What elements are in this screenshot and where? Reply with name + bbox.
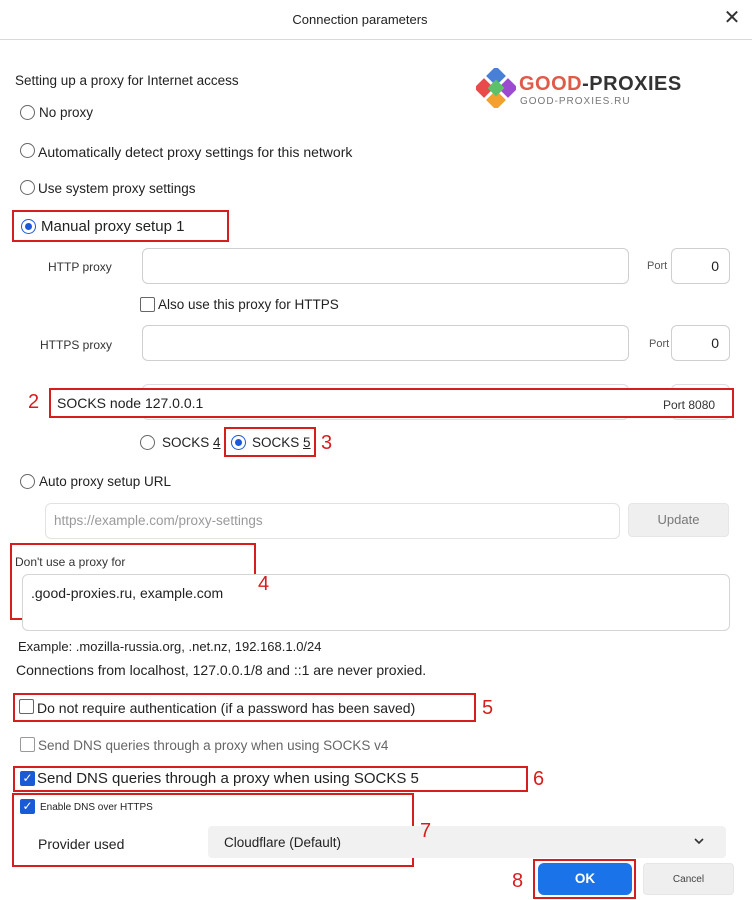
no-proxy-label: No proxy: [39, 105, 94, 120]
close-icon[interactable]: ✕: [720, 6, 744, 30]
no-proxy-for-input[interactable]: [22, 574, 730, 631]
socks5-radio[interactable]: [231, 435, 246, 450]
http-proxy-input[interactable]: [142, 248, 629, 284]
http-port-label: Port: [647, 260, 668, 272]
https-port-input[interactable]: 0: [671, 325, 730, 361]
provider-label: Provider used: [38, 836, 125, 852]
no-proxy-for-value: .good-proxies.ru, example.com: [31, 585, 224, 601]
localhost-note: Connections from localhost, 127.0.0.1/8 …: [16, 662, 427, 678]
ok-button[interactable]: OK: [538, 863, 632, 895]
dns-socks4-checkbox[interactable]: [20, 737, 35, 752]
auto-url-radio[interactable]: [20, 474, 35, 489]
http-proxy-label: HTTP proxy: [48, 260, 112, 274]
logo-icon: [474, 66, 518, 110]
no-proxy-for-label: Don't use a proxy for: [15, 555, 126, 569]
socks4-label: SOCKS 4: [162, 435, 221, 450]
auth-checkbox[interactable]: [19, 699, 34, 714]
socks4-num: 4: [213, 435, 221, 450]
auto-detect-label: Automatically detect proxy settings for …: [38, 144, 353, 160]
provider-value: Cloudflare (Default): [224, 835, 342, 850]
socks4-prefix: SOCKS: [162, 435, 214, 450]
https-port-label: Port: [649, 338, 670, 350]
update-button[interactable]: Update: [628, 503, 729, 537]
doh-label: Enable DNS over HTTPS: [40, 802, 153, 813]
annotation-number-2: 2: [28, 391, 40, 413]
socks5-label: SOCKS 5: [252, 435, 311, 450]
http-port-input[interactable]: 0: [671, 248, 730, 284]
socks-port-value: Port 8080: [663, 398, 716, 412]
dns-socks5-label: Send DNS queries through a proxy when us…: [37, 770, 419, 787]
socks5-prefix: SOCKS: [252, 435, 304, 450]
logo-name-part1: GOOD: [519, 73, 583, 95]
no-proxy-radio[interactable]: [20, 105, 35, 120]
annotation-number-6: 6: [533, 768, 545, 790]
chevron-down-icon: [692, 834, 706, 848]
system-proxy-label: Use system proxy settings: [38, 181, 196, 196]
annotation-number-8: 8: [512, 870, 524, 892]
no-proxy-example: Example: .mozilla-russia.org, .net.nz, 1…: [18, 639, 322, 654]
doh-checkbox[interactable]: ✓: [20, 799, 35, 814]
cancel-button[interactable]: Cancel: [643, 863, 734, 895]
also-https-checkbox[interactable]: [140, 297, 155, 312]
dns-socks4-label: Send DNS queries through a proxy when us…: [38, 738, 389, 753]
annotation-number-4: 4: [258, 573, 270, 595]
also-https-label: Also use this proxy for HTTPS: [158, 297, 339, 312]
socks4-radio[interactable]: [140, 435, 155, 450]
socks-host-value: SOCKS node 127.0.0.1: [57, 395, 204, 411]
https-proxy-label: HTTPS proxy: [40, 338, 113, 352]
window-title: Connection parameters: [292, 12, 428, 27]
auto-url-placeholder: https://example.com/proxy-settings: [54, 513, 263, 528]
section-heading: Setting up a proxy for Internet access: [15, 73, 239, 88]
annotation-number-7: 7: [420, 820, 432, 842]
logo-subtitle: GOOD-PROXIES.RU: [520, 96, 631, 107]
auto-url-label: Auto proxy setup URL: [39, 474, 172, 489]
manual-proxy-label: Manual proxy setup 1: [41, 218, 184, 235]
manual-proxy-text: Manual proxy setup: [41, 218, 172, 235]
annotation-number-3: 3: [321, 432, 333, 454]
annotation-number-5: 5: [482, 697, 494, 719]
auth-label: Do not require authentication (if a pass…: [37, 700, 416, 716]
socks5-num: 5: [303, 435, 311, 450]
manual-proxy-radio[interactable]: [21, 219, 36, 234]
https-proxy-input[interactable]: [142, 325, 629, 361]
logo-name: GOOD-PROXIES: [519, 73, 682, 96]
annotation-number-1: 1: [176, 218, 185, 235]
dns-socks5-checkbox[interactable]: ✓: [20, 771, 35, 786]
logo-name-part2: -PROXIES: [582, 73, 682, 95]
auto-detect-radio[interactable]: [20, 143, 35, 158]
logo: [474, 66, 518, 110]
system-proxy-radio[interactable]: [20, 180, 35, 195]
